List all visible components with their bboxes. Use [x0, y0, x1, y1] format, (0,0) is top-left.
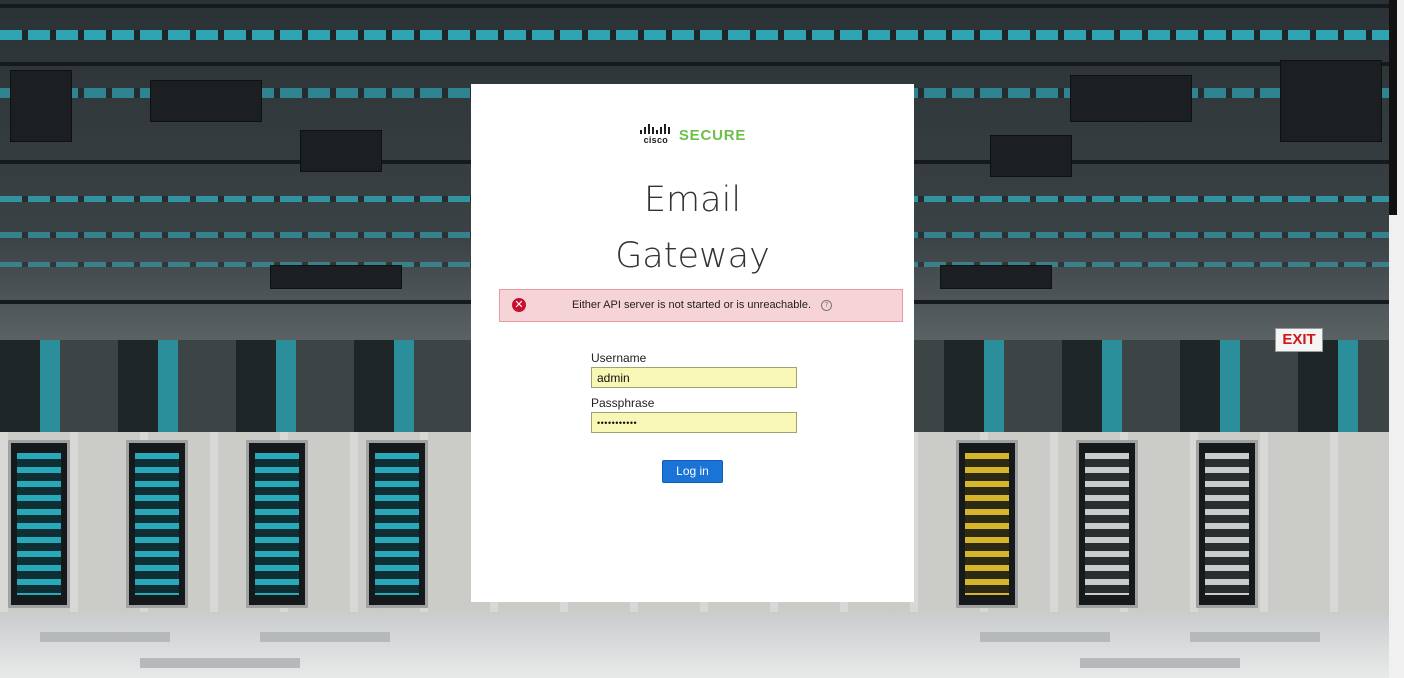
help-icon[interactable]: ?	[821, 299, 833, 311]
error-message: Either API server is not started or is u…	[500, 290, 904, 321]
error-banner: ✕ Either API server is not started or is…	[499, 289, 903, 322]
ceiling-unit	[150, 80, 262, 122]
window-edge	[1389, 0, 1404, 678]
cisco-wordmark: cisco	[643, 135, 669, 145]
server-rack	[126, 440, 188, 608]
server-rack	[1076, 440, 1138, 608]
ceiling-unit	[10, 70, 72, 142]
passphrase-input[interactable]	[591, 412, 797, 433]
server-rack	[246, 440, 308, 608]
page-title-line-2: Gateway	[615, 236, 770, 276]
login-card: cisco SECURE Email Gateway ✕ Either API …	[471, 84, 914, 602]
ceiling-unit	[1280, 60, 1382, 142]
ceiling-unit	[270, 265, 402, 289]
exit-sign: EXIT	[1275, 328, 1323, 352]
ceiling-beam	[0, 62, 1404, 66]
ceiling-unit	[1070, 75, 1192, 122]
server-rack	[956, 440, 1018, 608]
cable-tray	[0, 30, 1404, 40]
brand-logo: cisco SECURE	[471, 124, 914, 146]
username-input[interactable]	[591, 367, 797, 388]
error-message-text: Either API server is not started or is u…	[571, 299, 812, 311]
server-rack	[8, 440, 70, 608]
ceiling-unit	[300, 130, 382, 172]
server-rack	[366, 440, 428, 608]
login-button[interactable]: Log in	[662, 460, 723, 483]
cisco-logo-icon: cisco	[639, 124, 673, 146]
username-label: Username	[591, 351, 647, 365]
server-rack	[1196, 440, 1258, 608]
ceiling-beam	[0, 4, 1404, 8]
passphrase-label: Passphrase	[591, 396, 655, 410]
brand-secure-label: SECURE	[678, 126, 747, 144]
login-form: Username Passphrase	[591, 351, 797, 441]
ceiling-unit	[940, 265, 1052, 289]
ceiling-unit	[990, 135, 1072, 177]
page-title-line-1: Email	[643, 180, 742, 220]
page-title: Email Gateway	[471, 172, 914, 284]
floor	[0, 612, 1404, 678]
